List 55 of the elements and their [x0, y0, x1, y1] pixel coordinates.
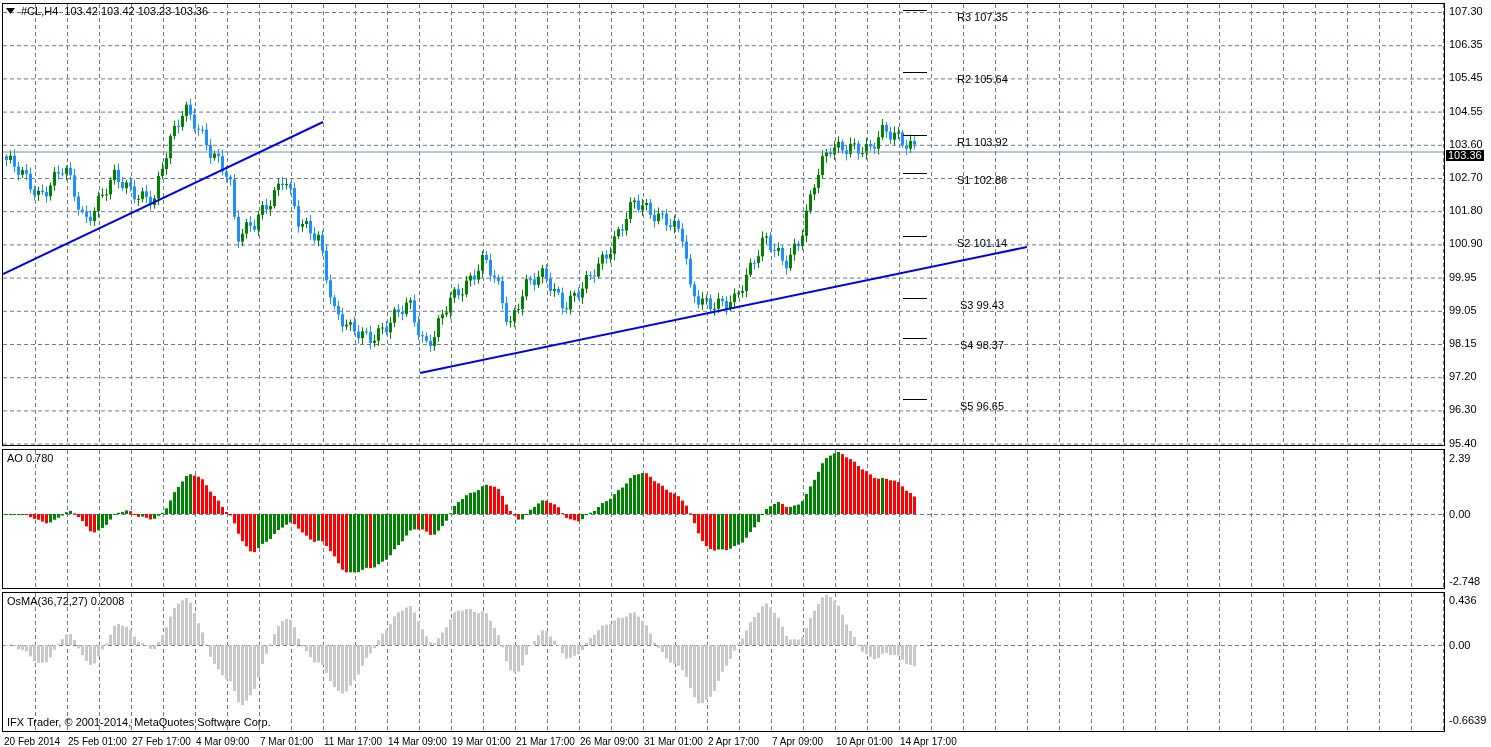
pivot-label: S5 96.65	[960, 401, 1005, 412]
time-label: 7 Apr 09:00	[772, 736, 824, 747]
current-price-tag: 103.36	[1446, 150, 1484, 161]
pivot-level-line	[902, 399, 928, 400]
axis-label: 105.45	[1449, 72, 1483, 83]
pivot-level-line	[902, 135, 928, 136]
axis-label: 106.35	[1449, 39, 1483, 50]
axis-label: 107.30	[1449, 6, 1483, 16]
axis-label: 99.95	[1449, 271, 1477, 282]
chart-symbol: #CL,H4	[21, 5, 59, 17]
axis-label: 103.60	[1449, 138, 1483, 149]
axis-label: 100.90	[1449, 238, 1483, 249]
indicator-label: AO 0.780	[7, 452, 54, 464]
pivot-label: R2 105.64	[957, 74, 1008, 85]
copyright-text: IFX Trader, © 2001-2014, MetaQuotes Software Corp.	[7, 716, 271, 728]
pivot-level-line	[902, 10, 928, 11]
pivot-label: R3 107.35	[957, 12, 1008, 23]
time-label: 31 Mar 01:00	[644, 736, 703, 747]
pivot-level-line	[902, 338, 928, 339]
time-label: 4 Mar 09:00	[196, 736, 250, 747]
axis-label: 0.00	[1449, 509, 1471, 519]
axis-label: -2.748	[1449, 576, 1481, 586]
time-label: 11 Mar 17:00	[324, 736, 383, 747]
axis-label: -0.6639	[1449, 715, 1487, 725]
time-label: 7 Mar 01:00	[260, 736, 314, 747]
indicator-label: OsMA(36,72,27) 0.2008	[7, 595, 125, 607]
pivot-level-line	[902, 236, 928, 237]
time-label: 25 Feb 01:00	[68, 736, 127, 747]
time-label: 10 Apr 01:00	[836, 736, 893, 747]
time-label: 27 Feb 17:00	[132, 736, 191, 747]
time-label: 26 Mar 09:00	[580, 736, 639, 747]
axis-label: 99.05	[1449, 304, 1477, 315]
time-label: 19 Mar 01:00	[452, 736, 511, 747]
pivot-label: S3 99.43	[960, 300, 1005, 311]
pivot-label: R1 103.92	[957, 137, 1008, 148]
time-label: 14 Mar 09:00	[388, 736, 447, 747]
axis-label: 0.00	[1449, 640, 1471, 650]
axis-label: 98.15	[1449, 338, 1477, 348]
caret-icon[interactable]	[6, 8, 15, 14]
axis-label: 97.20	[1449, 371, 1477, 382]
axis-label: 96.30	[1449, 404, 1477, 415]
time-label: 21 Mar 17:00	[516, 736, 575, 747]
pivot-label: S2 101.14	[957, 238, 1008, 249]
axis-label: 95.40	[1449, 437, 1477, 448]
time-label: 14 Apr 17:00	[900, 736, 957, 747]
time-label: 20 Feb 2014	[4, 736, 61, 747]
pivot-level-line	[902, 173, 928, 174]
axis-label: 104.55	[1449, 105, 1483, 116]
axis-label: 2.39	[1449, 453, 1471, 463]
pivot-level-line	[902, 298, 928, 299]
axis-label: 102.70	[1449, 172, 1483, 182]
time-label: 2 Apr 17:00	[708, 736, 760, 747]
axis-label: 101.80	[1449, 205, 1483, 216]
axis-label: 0.436	[1449, 595, 1477, 605]
pivot-level-line	[902, 72, 928, 73]
